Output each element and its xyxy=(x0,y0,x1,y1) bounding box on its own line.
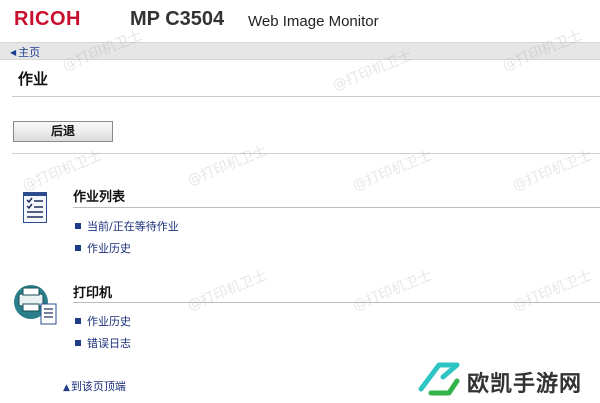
page-title: 作业 xyxy=(18,70,49,88)
watermark: @打印机卫士 xyxy=(350,267,435,315)
brand-logo: RICOH xyxy=(14,8,81,30)
watermark: @打印机卫士 xyxy=(185,267,270,315)
watermark: @打印机卫士 xyxy=(510,267,595,315)
app-title: Web Image Monitor xyxy=(248,13,379,30)
link-label: 错误日志 xyxy=(87,337,131,350)
header: RICOH MP C3504 Web Image Monitor xyxy=(0,0,600,42)
link-current-jobs[interactable]: 当前/正在等待作业 xyxy=(75,218,179,234)
site-logo-text: 欧凯手游网 xyxy=(467,372,583,397)
section-divider xyxy=(73,302,600,303)
square-bullet-icon xyxy=(75,223,81,229)
printer-icon xyxy=(13,282,61,326)
site-logo-icon xyxy=(418,362,460,396)
square-bullet-icon xyxy=(75,318,81,324)
watermark: @打印机卫士 xyxy=(185,142,270,190)
section-divider xyxy=(73,207,600,208)
model-name: MP C3504 xyxy=(130,8,225,30)
triangle-left-icon: ◀ xyxy=(10,48,17,57)
breadcrumb-home-label: 主页 xyxy=(18,46,41,59)
back-to-top-label: 到该页顶端 xyxy=(70,380,126,393)
divider xyxy=(12,96,600,97)
section-title-printer: 打印机 xyxy=(73,286,113,301)
section-title-job-list: 作业列表 xyxy=(73,190,126,205)
link-label: 作业历史 xyxy=(87,242,131,255)
link-label: 作业历史 xyxy=(87,315,131,328)
back-button[interactable]: 后退 xyxy=(13,121,113,142)
breadcrumb: ◀ 主页 xyxy=(0,42,600,60)
breadcrumb-home-link[interactable]: ◀ 主页 xyxy=(10,44,40,60)
square-bullet-icon xyxy=(75,245,81,251)
link-label: 当前/正在等待作业 xyxy=(87,220,179,233)
site-logo: 欧凯手游网 xyxy=(415,356,600,403)
link-job-history[interactable]: 作业历史 xyxy=(75,240,131,256)
square-bullet-icon xyxy=(75,340,81,346)
link-printer-job-history[interactable]: 作业历史 xyxy=(75,313,131,329)
triangle-up-icon: ▲ xyxy=(63,383,70,393)
link-error-log[interactable]: 错误日志 xyxy=(75,335,131,351)
job-list-icon xyxy=(23,192,47,223)
divider xyxy=(12,153,600,154)
back-to-top-link[interactable]: ▲到该页顶端 xyxy=(63,378,126,394)
